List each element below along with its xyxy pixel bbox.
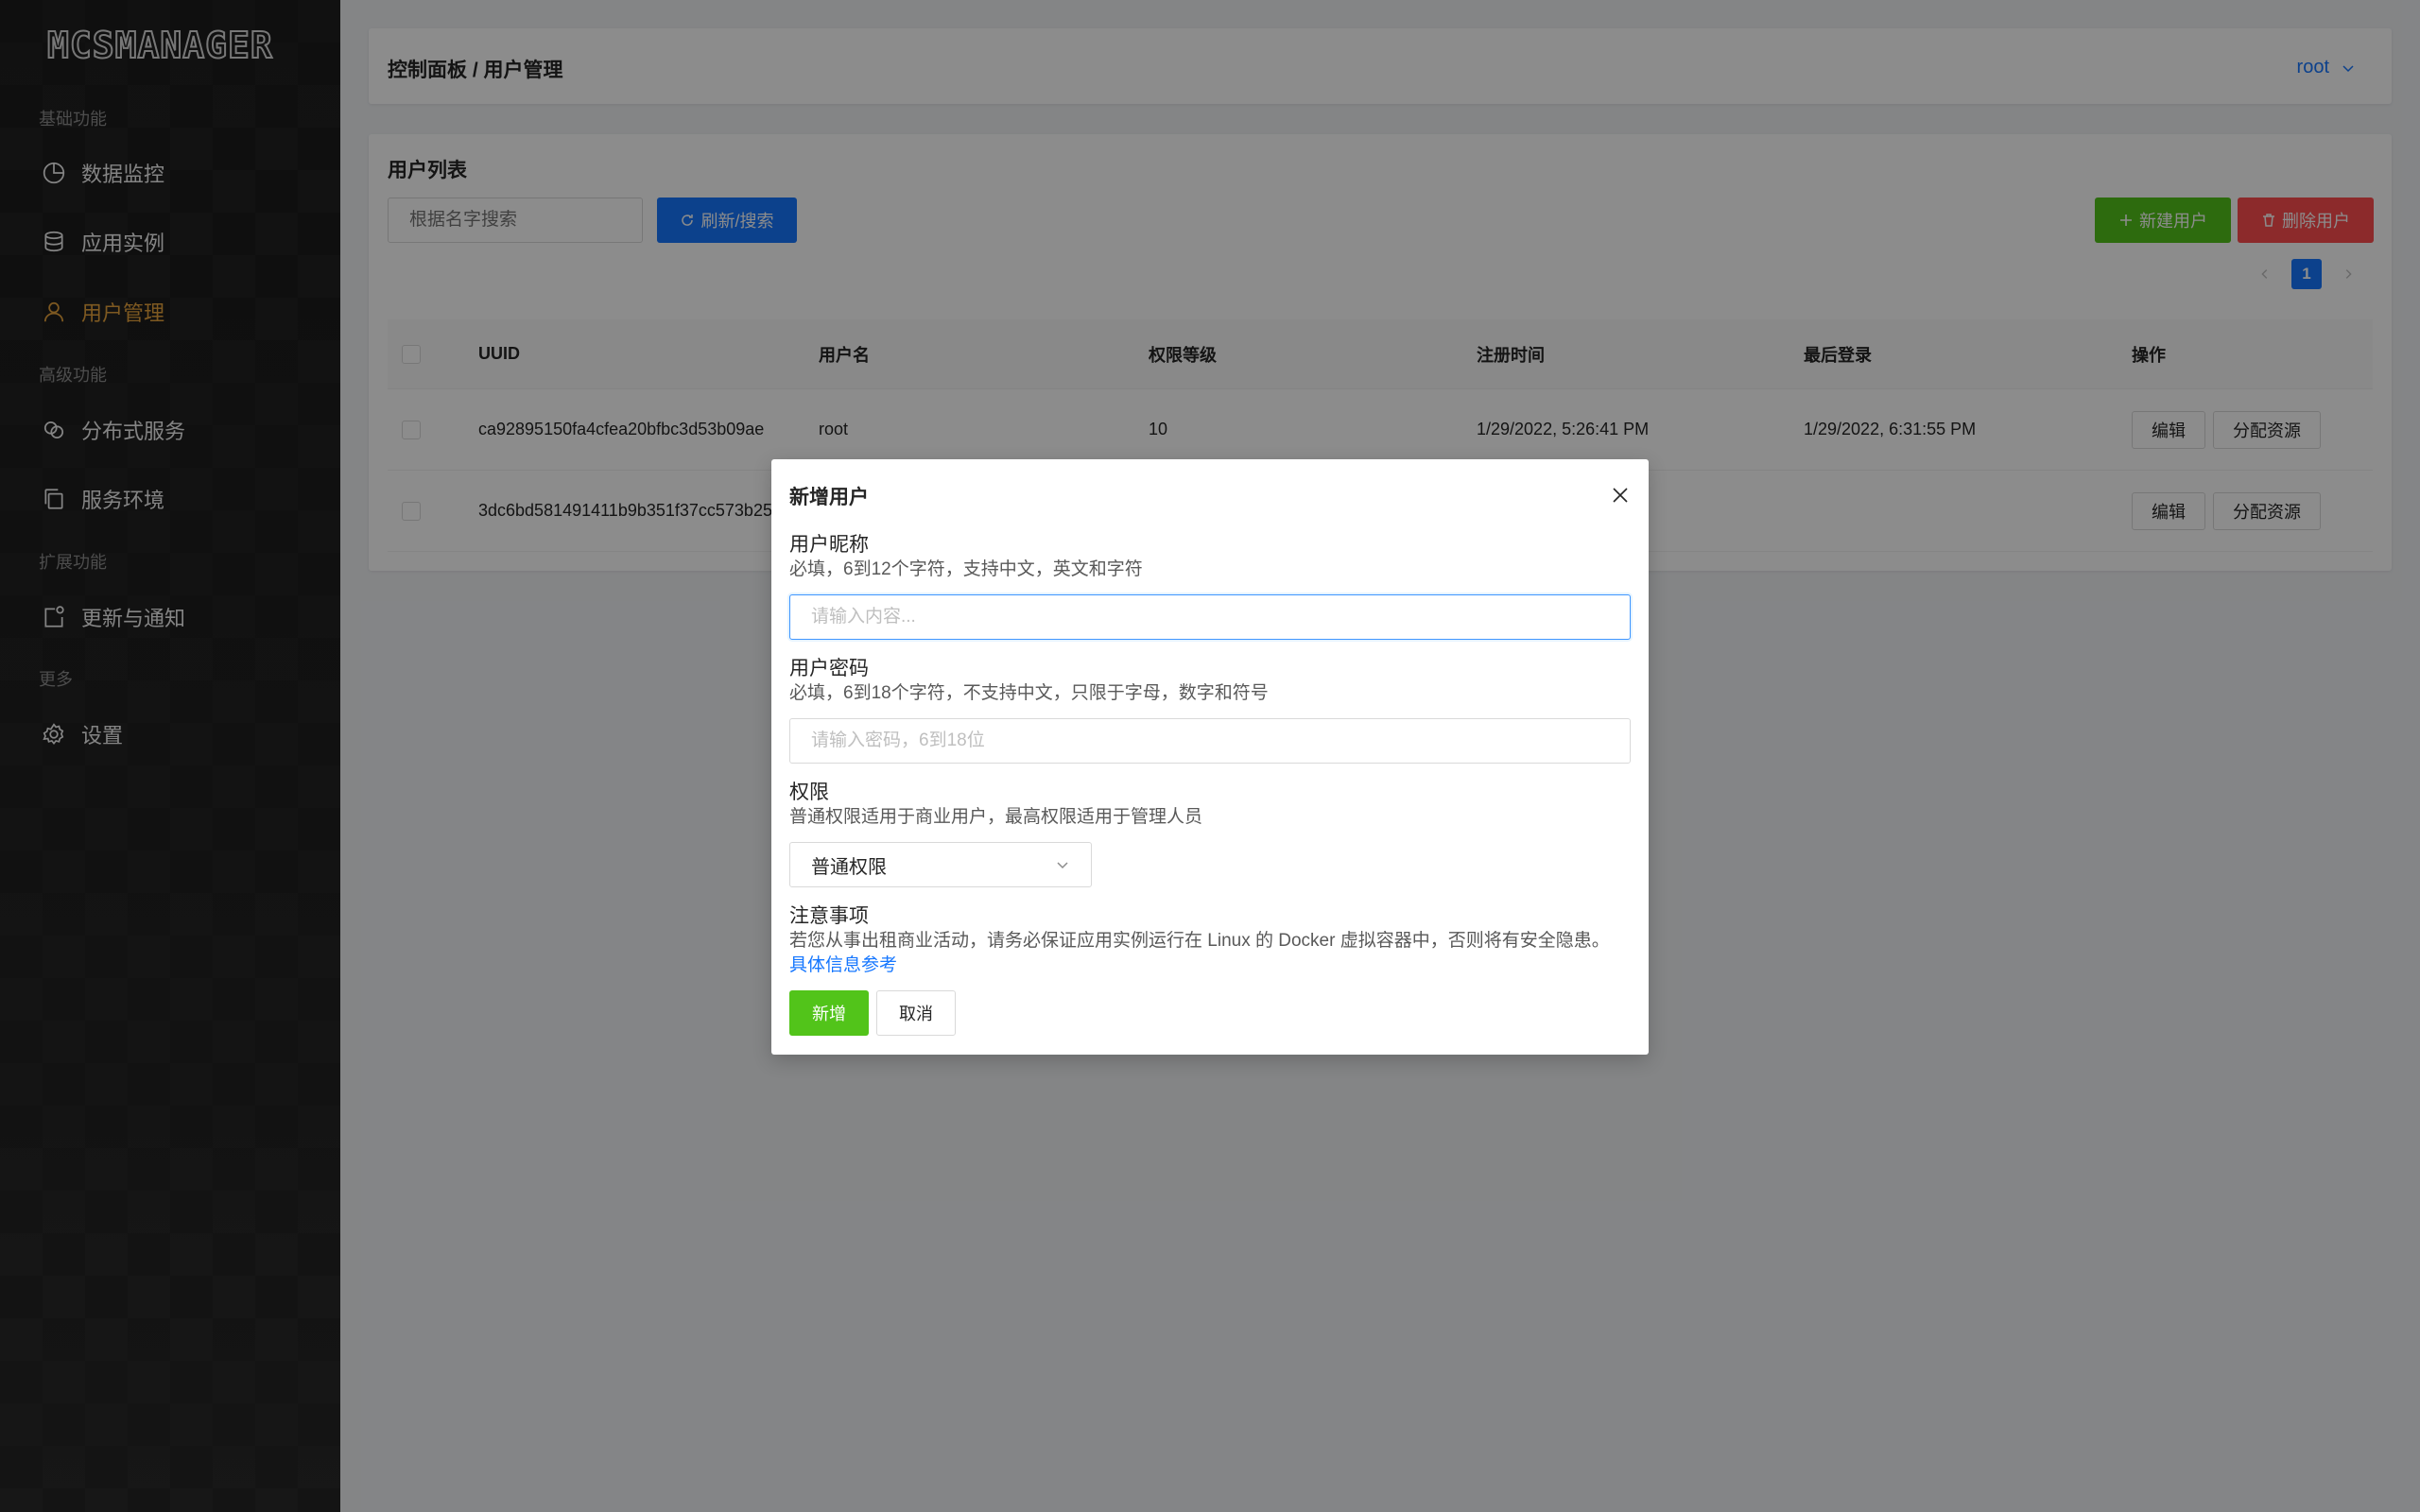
notice-text: 若您从事出租商业活动，请务必保证应用实例运行在 Linux 的 Docker 虚… xyxy=(789,931,1610,951)
permission-description: 普通权限适用于商业用户，最高权限适用于管理人员 xyxy=(789,807,1203,827)
permission-label: 权限 xyxy=(789,782,829,803)
password-description: 必填，6到18个字符，不支持中文，只限于字母，数字和符号 xyxy=(789,683,1269,703)
nickname-label: 用户昵称 xyxy=(789,534,869,556)
cancel-button[interactable]: 取消 xyxy=(876,990,956,1036)
chevron-down-icon xyxy=(1057,862,1068,869)
notice-reference-link[interactable]: 具体信息参考 xyxy=(789,951,897,976)
permission-selected-value: 普通权限 xyxy=(811,856,887,878)
nickname-description: 必填，6到12个字符，支持中文，英文和字符 xyxy=(789,559,1143,579)
close-icon[interactable] xyxy=(1609,484,1632,507)
password-label: 用户密码 xyxy=(789,658,869,679)
submit-button[interactable]: 新增 xyxy=(789,990,869,1036)
permission-select[interactable]: 普通权限 xyxy=(789,842,1092,887)
password-input[interactable] xyxy=(789,718,1631,764)
modal-title: 新增用户 xyxy=(789,487,869,508)
nickname-input[interactable] xyxy=(789,594,1631,640)
new-user-modal: 新增用户 用户昵称 必填，6到12个字符，支持中文，英文和字符 用户密码 必填，… xyxy=(771,459,1649,1055)
notice-label: 注意事项 xyxy=(789,905,869,927)
